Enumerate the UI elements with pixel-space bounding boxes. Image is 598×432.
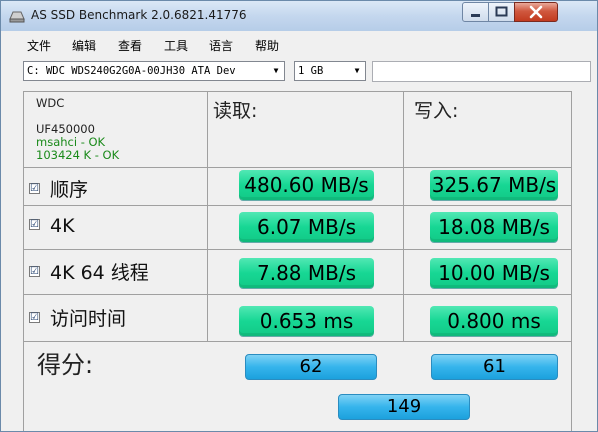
size-select[interactable]: 1 GB ▼ <box>294 61 366 81</box>
hard-drive-icon <box>9 11 25 23</box>
chevron-down-icon: ▼ <box>273 66 279 75</box>
grid-line <box>403 91 404 341</box>
alignment-status: 103424 K - OK <box>36 148 120 162</box>
4k64-read-value: 7.88 MB/s <box>239 258 374 288</box>
drive-info: WDC UF450000 msahci - OK 103424 K - OK <box>36 97 196 161</box>
4k-read-value: 6.07 MB/s <box>239 212 374 242</box>
status-field[interactable] <box>372 61 591 82</box>
menu-bar: 文件 编辑 查看 工具 语言 帮助 <box>1 34 597 54</box>
menu-language[interactable]: 语言 <box>209 37 233 54</box>
minimize-icon <box>471 14 480 17</box>
window-title: AS SSD Benchmark 2.0.6821.41776 <box>31 8 247 22</box>
grid-line <box>23 249 571 250</box>
grid-line <box>23 294 571 295</box>
drive-vendor: WDC <box>36 97 65 110</box>
grid-line <box>23 91 571 92</box>
total-score: 149 <box>338 394 470 420</box>
menu-view[interactable]: 查看 <box>118 37 142 54</box>
minimize-button[interactable] <box>462 2 489 22</box>
menu-help[interactable]: 帮助 <box>255 37 279 54</box>
app-window: AS SSD Benchmark 2.0.6821.41776 文件 编辑 查看… <box>0 0 598 432</box>
chevron-down-icon: ▼ <box>354 66 360 75</box>
row-label-text: 顺序 <box>50 179 89 201</box>
grid-line <box>571 91 572 431</box>
row-label-text: 4K 64 线程 <box>50 262 149 284</box>
row-label-access-time[interactable]: ☑ 访问时间 <box>29 304 126 331</box>
title-bar[interactable]: AS SSD Benchmark 2.0.6821.41776 <box>1 1 597 31</box>
menu-tools[interactable]: 工具 <box>164 37 188 54</box>
read-score: 62 <box>245 354 377 380</box>
row-label-4k[interactable]: ☑ 4K <box>29 215 75 237</box>
4k64-write-value: 10.00 MB/s <box>430 258 558 288</box>
write-score: 61 <box>431 354 558 380</box>
drive-select-value: C: WDC WDS240G2G0A-00JH30 ATA Dev <box>27 65 236 77</box>
sequential-read-value: 480.60 MB/s <box>239 170 374 200</box>
grid-line <box>23 341 571 342</box>
checkbox[interactable]: ☑ <box>29 219 40 230</box>
checkbox[interactable]: ☑ <box>29 183 40 194</box>
grid-line <box>23 91 24 431</box>
row-label-text: 访问时间 <box>50 308 127 330</box>
checkbox[interactable]: ☑ <box>29 266 40 277</box>
close-icon <box>529 5 543 19</box>
4k-write-value: 18.08 MB/s <box>430 212 558 242</box>
menu-file[interactable]: 文件 <box>27 37 51 54</box>
menu-edit[interactable]: 编辑 <box>72 37 96 54</box>
score-label: 得分: <box>37 351 94 379</box>
access-time-write-value: 0.800 ms <box>430 306 558 336</box>
grid-line <box>23 167 571 168</box>
grid-line <box>207 91 208 341</box>
row-label-sequential[interactable]: ☑ 顺序 <box>29 175 88 202</box>
size-select-value: 1 GB <box>298 65 324 77</box>
row-label-text: 4K <box>50 215 75 237</box>
checkbox[interactable]: ☑ <box>29 312 40 323</box>
write-header: 写入: <box>414 100 459 122</box>
drive-select[interactable]: C: WDC WDS240G2G0A-00JH30 ATA Dev ▼ <box>23 61 285 81</box>
sequential-write-value: 325.67 MB/s <box>430 170 558 200</box>
close-button[interactable] <box>514 2 558 22</box>
access-time-read-value: 0.653 ms <box>239 306 374 336</box>
read-header: 读取: <box>213 100 258 122</box>
row-label-4k-64-threads[interactable]: ☑ 4K 64 线程 <box>29 258 149 285</box>
maximize-button[interactable] <box>488 2 515 22</box>
grid-line <box>23 205 571 206</box>
maximize-icon <box>495 6 508 17</box>
